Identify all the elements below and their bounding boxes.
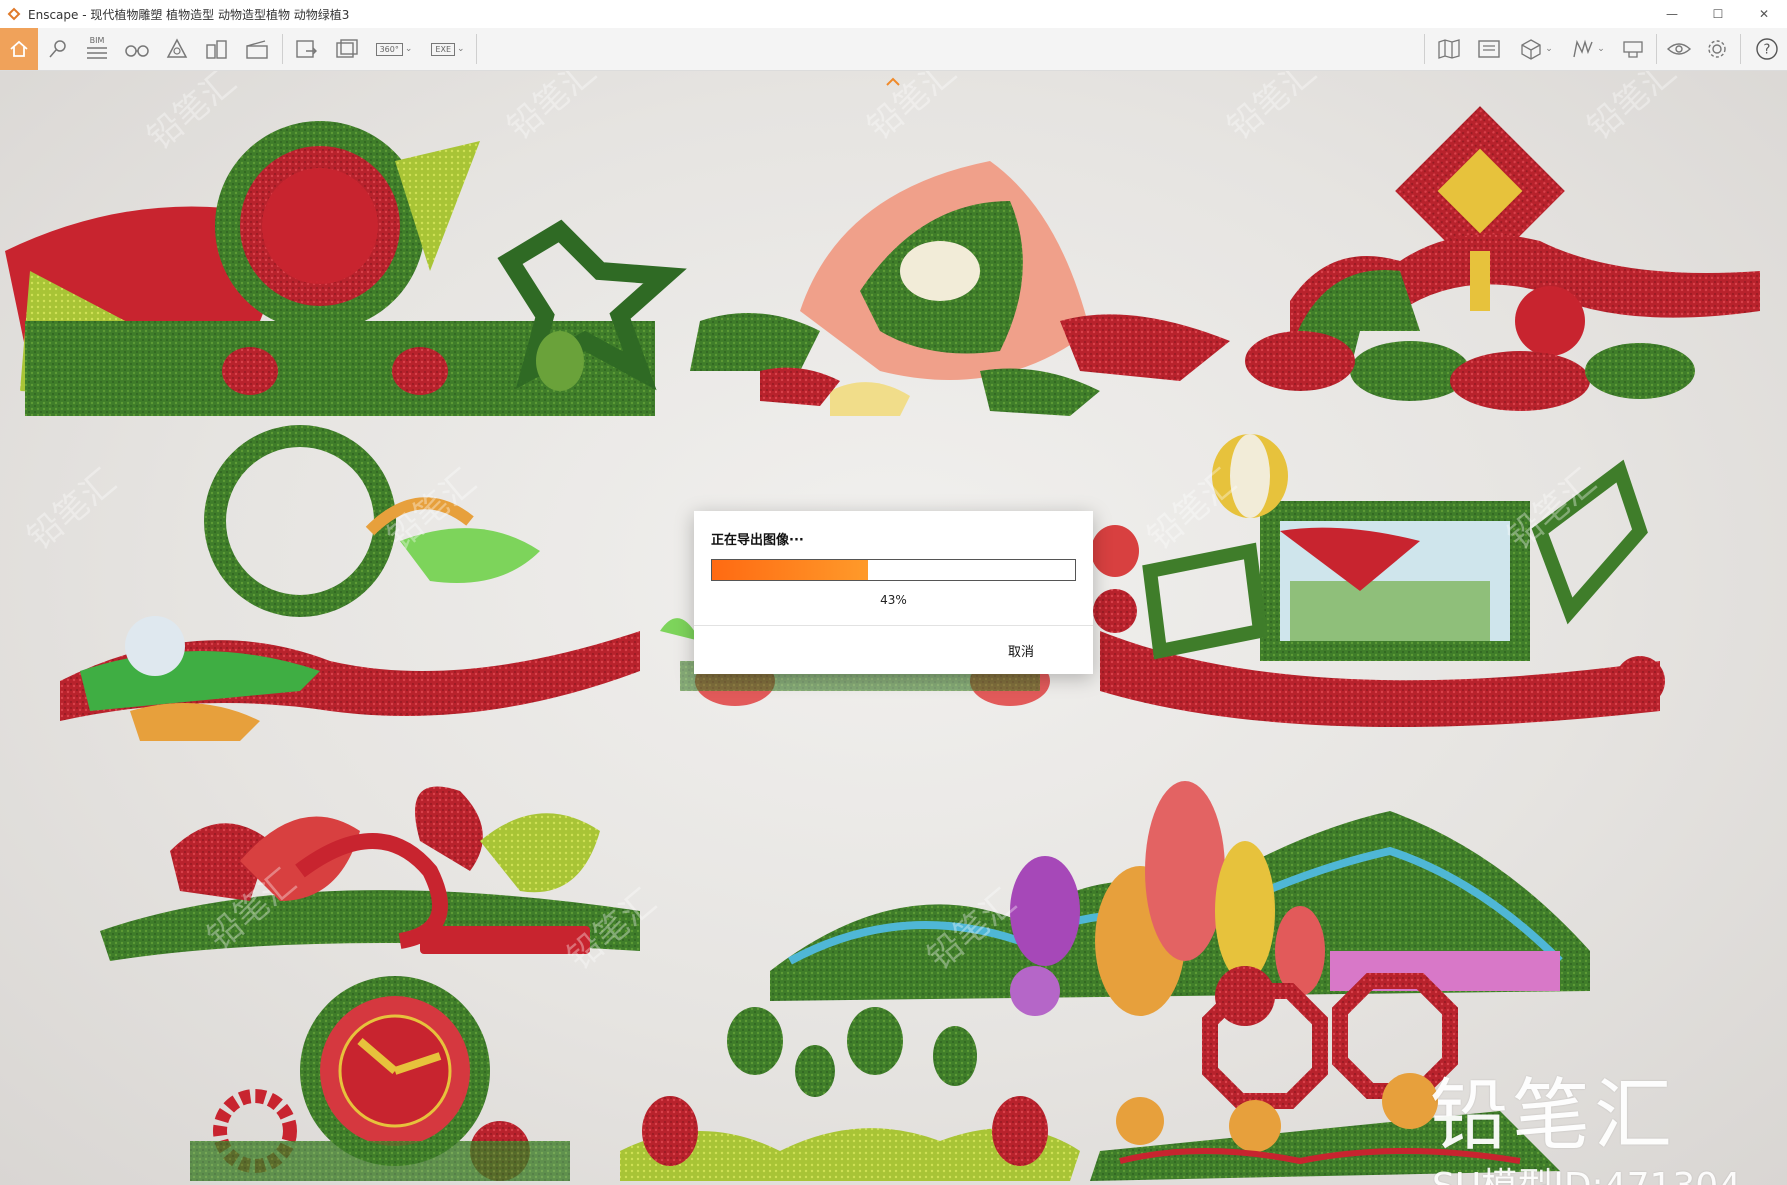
asset-icon xyxy=(166,38,188,58)
sculpture-7 xyxy=(100,786,640,961)
help-icon: ? xyxy=(1756,38,1778,60)
material-icon xyxy=(1573,39,1593,58)
info-panel-icon xyxy=(1478,40,1500,58)
batch-render-icon xyxy=(336,39,358,58)
sculpture-9 xyxy=(190,976,570,1181)
chevron-down-icon[interactable]: ⌄ xyxy=(457,44,465,54)
toolbar-separator xyxy=(1740,34,1741,64)
close-button[interactable]: ✕ xyxy=(1741,0,1787,28)
svg-text:铅笔汇: 铅笔汇 xyxy=(860,71,964,148)
map-button[interactable] xyxy=(1434,36,1464,62)
home-icon xyxy=(10,40,28,57)
video-editor-button[interactable] xyxy=(242,36,272,62)
toolbar-separator xyxy=(1424,34,1425,64)
map-icon xyxy=(1438,39,1460,59)
bim-label: BIM xyxy=(89,36,105,45)
progress-bar xyxy=(711,559,1076,581)
window-controls: — ☐ ✕ xyxy=(1649,0,1787,28)
enscape-logo-icon xyxy=(7,7,21,21)
visual-settings-button[interactable] xyxy=(1664,36,1694,62)
settings-button[interactable] xyxy=(1702,36,1732,62)
svg-text:铅笔汇: 铅笔汇 xyxy=(1580,71,1684,148)
bim-button[interactable]: BIM xyxy=(82,36,112,62)
sync-button[interactable] xyxy=(202,36,232,62)
sculpture-1 xyxy=(5,121,687,416)
toolbar: BIM 360° ⌄ EXE ⌄ ⌄ ⌄ ? xyxy=(0,28,1787,71)
cube-icon xyxy=(1521,39,1541,60)
sculpture-3 xyxy=(1245,106,1760,411)
toolbar-separator xyxy=(476,34,477,64)
svg-text:铅笔汇: 铅笔汇 xyxy=(1220,71,1324,148)
settings-icon xyxy=(1708,40,1726,58)
location-pin-icon xyxy=(49,40,66,58)
svg-text:铅笔汇: 铅笔汇 xyxy=(140,71,244,158)
watermark-model-id: SU模型ID:471304 xyxy=(1432,1157,1741,1185)
help-button[interactable]: ? xyxy=(1752,36,1782,62)
progress-fill xyxy=(712,560,869,580)
bim-list-icon xyxy=(87,47,107,59)
svg-text:?: ? xyxy=(1764,43,1771,58)
batch-render-button[interactable] xyxy=(332,36,362,62)
export-progress-dialog: 正在导出图像··· 43% 取消 xyxy=(694,511,1093,674)
dialog-divider xyxy=(694,625,1093,626)
binoculars-icon xyxy=(125,45,149,57)
asset-library-button[interactable] xyxy=(162,36,192,62)
screenshot-icon xyxy=(296,40,317,58)
svg-text:铅笔汇: 铅笔汇 xyxy=(500,71,604,148)
collapse-toolbar-icon xyxy=(886,77,900,86)
toolbar-separator xyxy=(1656,34,1657,64)
sculpture-4 xyxy=(60,425,640,741)
panorama-button[interactable]: 360° ⌄ xyxy=(372,36,416,62)
exe-export-icon: EXE xyxy=(431,42,456,56)
chevron-down-icon[interactable]: ⌄ xyxy=(1597,44,1605,54)
window-title: Enscape - 现代植物雕塑 植物造型 动物造型植物 动物绿植3 xyxy=(28,7,350,22)
svg-text:铅笔汇: 铅笔汇 xyxy=(20,462,124,558)
maximize-button[interactable]: ☐ xyxy=(1695,0,1741,28)
clapper-icon xyxy=(246,40,268,59)
cube-view-button[interactable]: ⌄ xyxy=(1514,36,1558,62)
info-panel-button[interactable] xyxy=(1474,36,1504,62)
buildings-icon xyxy=(206,40,227,59)
title-bar: Enscape - 现代植物雕塑 植物造型 动物造型植物 动物绿植3 — ☐ ✕ xyxy=(0,0,1787,28)
panorama-icon: 360° xyxy=(375,42,403,56)
sculpture-2 xyxy=(690,161,1230,416)
cloud-icon xyxy=(1623,41,1643,58)
chevron-down-icon[interactable]: ⌄ xyxy=(1545,44,1553,54)
sculpture-10 xyxy=(620,974,1080,1181)
toolbar-separator xyxy=(282,34,283,64)
dialog-title: 正在导出图像··· xyxy=(711,533,804,548)
exe-export-button[interactable]: EXE ⌄ xyxy=(426,36,470,62)
visual-settings-icon xyxy=(1666,43,1692,55)
cancel-button[interactable]: 取消 xyxy=(1008,641,1034,660)
render-image-button[interactable] xyxy=(292,36,322,62)
material-editor-button[interactable]: ⌄ xyxy=(1566,36,1610,62)
progress-percent: 43% xyxy=(880,593,907,607)
walk-mode-button[interactable] xyxy=(122,36,152,62)
views-button[interactable] xyxy=(44,36,72,62)
home-button[interactable] xyxy=(0,28,38,70)
upload-button[interactable] xyxy=(1618,36,1648,62)
watermark-brand: 铅笔汇 xyxy=(1430,1071,1677,1161)
minimize-button[interactable]: — xyxy=(1649,0,1695,28)
chevron-down-icon[interactable]: ⌄ xyxy=(405,44,413,54)
